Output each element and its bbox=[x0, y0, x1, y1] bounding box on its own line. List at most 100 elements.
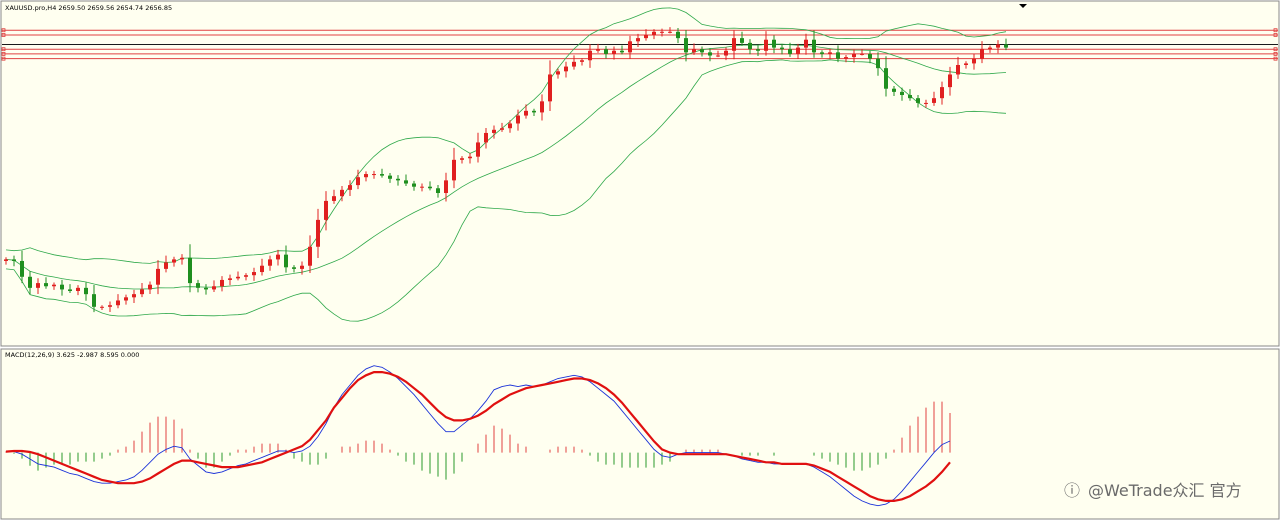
candle-body bbox=[468, 156, 472, 159]
trading-chart[interactable]: XAUUSD.pro,H4 2659.50 2659.56 2654.74 26… bbox=[0, 0, 1280, 521]
candle-body bbox=[740, 38, 744, 43]
candle-body bbox=[1004, 44, 1008, 48]
candle-body bbox=[28, 276, 32, 288]
candle-body bbox=[476, 142, 480, 157]
candle-body bbox=[884, 68, 888, 89]
candle-body bbox=[948, 74, 952, 88]
candle-body bbox=[420, 186, 424, 188]
candle-body bbox=[916, 98, 920, 103]
candle-body bbox=[596, 49, 600, 51]
candle-body bbox=[692, 49, 696, 53]
candle-body bbox=[812, 39, 816, 53]
symbol-info-label: XAUUSD.pro,H4 2659.50 2659.56 2654.74 26… bbox=[5, 4, 172, 12]
candle-body bbox=[940, 87, 944, 99]
candle-body bbox=[316, 219, 320, 247]
candle-body bbox=[348, 185, 352, 190]
candle-body bbox=[628, 41, 632, 53]
candle-body bbox=[332, 196, 336, 201]
candle-body bbox=[980, 49, 984, 59]
candle-body bbox=[252, 272, 256, 276]
candle-body bbox=[700, 49, 704, 53]
chart-canvas[interactable]: XAUUSD.pro,H4 2659.50 2659.56 2654.74 26… bbox=[0, 0, 1280, 521]
candle-body bbox=[500, 128, 504, 130]
candle-body bbox=[180, 257, 184, 260]
candle-body bbox=[652, 31, 656, 35]
candle-body bbox=[20, 260, 24, 277]
candle-body bbox=[324, 200, 328, 220]
watermark-logo-icon: ⓘ bbox=[1064, 481, 1080, 500]
candle-body bbox=[292, 267, 296, 269]
candle-body bbox=[396, 178, 400, 181]
candle-body bbox=[924, 102, 928, 104]
candle-body bbox=[148, 284, 152, 290]
candle-body bbox=[644, 34, 648, 39]
candle-body bbox=[68, 289, 72, 292]
candle-body bbox=[604, 49, 608, 54]
candle-body bbox=[852, 53, 856, 58]
candle-body bbox=[364, 174, 368, 178]
watermark-text: @WeTrade众汇 官方 bbox=[1088, 481, 1242, 500]
candle-body bbox=[540, 101, 544, 113]
candle-body bbox=[92, 294, 96, 307]
candle-body bbox=[12, 259, 16, 261]
candle-body bbox=[996, 44, 1000, 48]
candle-body bbox=[204, 287, 208, 290]
candle-body bbox=[428, 186, 432, 189]
candle-body bbox=[804, 39, 808, 48]
candle-body bbox=[84, 287, 88, 295]
candle-body bbox=[36, 283, 40, 288]
candle-body bbox=[140, 289, 144, 295]
candle-body bbox=[900, 91, 904, 96]
main-panel bbox=[0, 0, 1280, 347]
candle-body bbox=[828, 52, 832, 54]
candle-body bbox=[636, 38, 640, 42]
candle-body bbox=[668, 31, 672, 33]
candle-body bbox=[196, 283, 200, 288]
candle-body bbox=[844, 57, 848, 59]
candle-body bbox=[100, 306, 104, 308]
candle-body bbox=[228, 278, 232, 280]
candle-body bbox=[756, 49, 760, 51]
macd-label: MACD(12,26,9) 3.625 -2.987 8.595 0.000 bbox=[5, 351, 139, 359]
candle-body bbox=[676, 31, 680, 39]
candle-body bbox=[76, 287, 80, 292]
candle-body bbox=[956, 64, 960, 75]
candle-body bbox=[492, 129, 496, 133]
candle-body bbox=[836, 52, 840, 59]
candle-body bbox=[516, 115, 520, 124]
candle-body bbox=[412, 183, 416, 187]
candle-body bbox=[892, 88, 896, 92]
candle-body bbox=[452, 159, 456, 181]
candle-body bbox=[260, 265, 264, 273]
candle-body bbox=[532, 110, 536, 113]
candle-body bbox=[556, 71, 560, 75]
candle-body bbox=[388, 175, 392, 179]
candle-body bbox=[380, 174, 384, 176]
candle-body bbox=[620, 50, 624, 53]
candle-body bbox=[164, 262, 168, 269]
candle-body bbox=[964, 63, 968, 65]
candle-body bbox=[764, 39, 768, 51]
candle-body bbox=[572, 61, 576, 67]
candle-body bbox=[484, 132, 488, 143]
candle-body bbox=[548, 74, 552, 102]
candle-body bbox=[52, 284, 56, 287]
candle-body bbox=[300, 265, 304, 269]
candle-body bbox=[508, 123, 512, 129]
candle-body bbox=[340, 189, 344, 197]
candle-body bbox=[276, 254, 280, 260]
candle-body bbox=[220, 279, 224, 287]
candle-body bbox=[780, 47, 784, 50]
candle-body bbox=[524, 110, 528, 116]
candle-body bbox=[748, 42, 752, 50]
candle-body bbox=[212, 286, 216, 290]
candle-body bbox=[116, 300, 120, 306]
candle-body bbox=[132, 294, 136, 298]
candle-body bbox=[788, 49, 792, 54]
candle-body bbox=[932, 98, 936, 103]
candle-body bbox=[372, 174, 376, 176]
candle-body bbox=[732, 38, 736, 51]
candle-body bbox=[860, 53, 864, 55]
watermark: ⓘ @WeTrade众汇 官方 bbox=[1064, 481, 1242, 500]
candle-body bbox=[612, 50, 616, 54]
